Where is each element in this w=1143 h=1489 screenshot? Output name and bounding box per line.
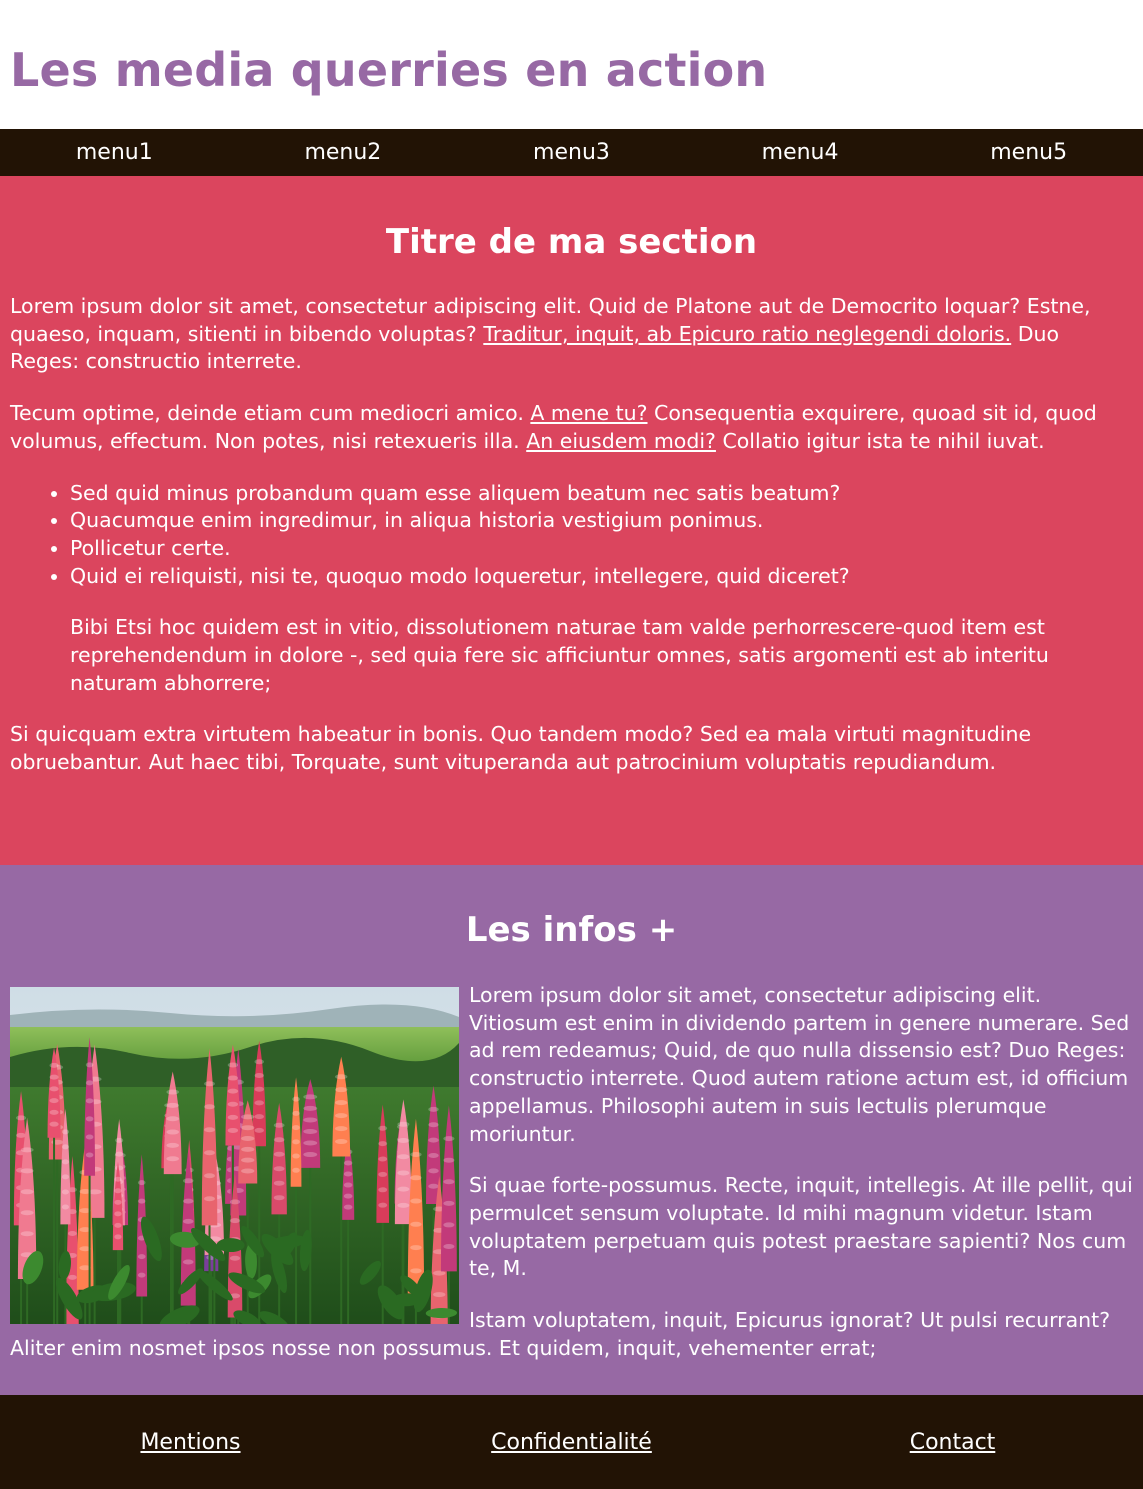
infos-section: Les infos + Lorem ipsum dolor sit amet, … <box>0 865 1143 1395</box>
infos-content: Lorem ipsum dolor sit amet, consectetur … <box>10 982 1133 1362</box>
site-header: Les media querries en action <box>0 0 1143 129</box>
main-section: Titre de ma section Lorem ipsum dolor si… <box>0 176 1143 865</box>
footer-link-confidentialite[interactable]: Confidentialité <box>381 1430 762 1455</box>
main-nav: menu1 menu2 menu3 menu4 menu5 <box>0 129 1143 176</box>
blockquote: Bibi Etsi hoc quidem est in vitio, disso… <box>70 615 1049 695</box>
section-paragraph-1: Lorem ipsum dolor sit amet, consectetur … <box>10 293 1133 376</box>
inline-link-traditur[interactable]: Traditur, inquit, ab Epicuro ratio negle… <box>483 322 1011 346</box>
nav-item-menu1[interactable]: menu1 <box>0 129 229 176</box>
footer-link-mentions[interactable]: Mentions <box>0 1430 381 1455</box>
list-item: Pollicetur certe. <box>70 535 1133 563</box>
list-item: Quid ei reliquisti, nisi te, quoquo modo… <box>70 563 1133 591</box>
nav-item-menu4[interactable]: menu4 <box>686 129 915 176</box>
footer-link-contact[interactable]: Contact <box>762 1430 1143 1455</box>
list-item: Quacumque enim ingredimur, in aliqua his… <box>70 507 1133 535</box>
section-paragraph-2: Tecum optime, deinde etiam cum mediocri … <box>10 400 1133 455</box>
page-title: Les media querries en action <box>10 43 768 97</box>
paragraph-text: Collatio igitur ista te nihil iuvat. <box>715 428 1045 453</box>
inline-link-a-mene-tu[interactable]: A mene tu? <box>530 401 647 425</box>
site-footer: Mentions Confidentialité Contact <box>0 1395 1143 1489</box>
list-item: Sed quid minus probandum quam esse aliqu… <box>70 480 1133 508</box>
lupine-flowers-photo <box>10 987 459 1324</box>
nav-item-menu3[interactable]: menu3 <box>457 129 686 176</box>
nav-item-menu2[interactable]: menu2 <box>229 129 458 176</box>
section-paragraph-3: Si quicquam extra virtutem habeatur in b… <box>10 722 1032 775</box>
section-title: Titre de ma section <box>385 222 758 262</box>
infos-title: Les infos + <box>465 910 678 950</box>
inline-link-an-eiusdem-modi[interactable]: An eiusdem modi? <box>526 429 716 453</box>
paragraph-text: Tecum optime, deinde etiam cum mediocri … <box>10 401 531 426</box>
nav-item-menu5[interactable]: menu5 <box>914 129 1143 176</box>
bullet-list: Sed quid minus probandum quam esse aliqu… <box>10 480 1133 591</box>
